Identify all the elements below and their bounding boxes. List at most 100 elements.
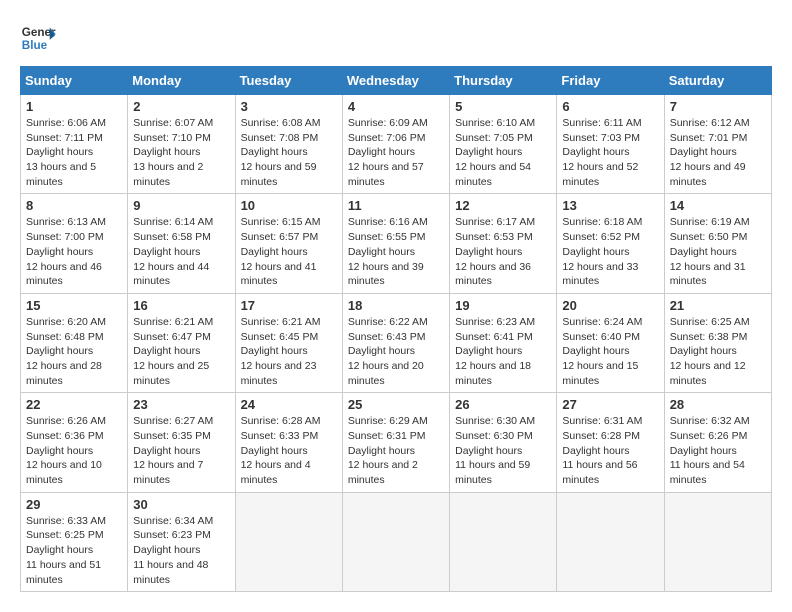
calendar-cell: 29 Sunrise: 6:33 AM Sunset: 6:25 PM Dayl… <box>21 492 128 591</box>
calendar-cell: 6 Sunrise: 6:11 AM Sunset: 7:03 PM Dayli… <box>557 95 664 194</box>
svg-text:Blue: Blue <box>22 39 48 52</box>
page-header: General Blue <box>20 20 772 56</box>
sunset-label: Sunset: 6:43 PM <box>348 331 426 343</box>
calendar-cell: 9 Sunrise: 6:14 AM Sunset: 6:58 PM Dayli… <box>128 194 235 293</box>
sunrise-label: Sunrise: 6:12 AM <box>670 117 750 129</box>
day-info: Sunrise: 6:17 AM Sunset: 6:53 PM Dayligh… <box>455 215 551 288</box>
calendar-week-row: 1 Sunrise: 6:06 AM Sunset: 7:11 PM Dayli… <box>21 95 772 194</box>
sunset-label: Sunset: 6:36 PM <box>26 430 104 442</box>
sunrise-label: Sunrise: 6:14 AM <box>133 216 213 228</box>
day-number: 10 <box>241 198 337 213</box>
day-number: 11 <box>348 198 444 213</box>
sunrise-label: Sunrise: 6:25 AM <box>670 316 750 328</box>
daylight-value: 13 hours and 2 minutes <box>133 161 203 188</box>
day-info: Sunrise: 6:21 AM Sunset: 6:45 PM Dayligh… <box>241 315 337 388</box>
sunset-label: Sunset: 6:57 PM <box>241 231 319 243</box>
sunrise-label: Sunrise: 6:18 AM <box>562 216 642 228</box>
calendar-cell: 16 Sunrise: 6:21 AM Sunset: 6:47 PM Dayl… <box>128 293 235 392</box>
daylight-value: 12 hours and 46 minutes <box>26 261 102 288</box>
daylight-value: 12 hours and 28 minutes <box>26 360 102 387</box>
calendar-cell: 28 Sunrise: 6:32 AM Sunset: 6:26 PM Dayl… <box>664 393 771 492</box>
sunrise-label: Sunrise: 6:06 AM <box>26 117 106 129</box>
sunrise-label: Sunrise: 6:28 AM <box>241 415 321 427</box>
daylight-value: 12 hours and 10 minutes <box>26 459 102 486</box>
daylight-value: 12 hours and 25 minutes <box>133 360 209 387</box>
day-info: Sunrise: 6:23 AM Sunset: 6:41 PM Dayligh… <box>455 315 551 388</box>
calendar-cell: 13 Sunrise: 6:18 AM Sunset: 6:52 PM Dayl… <box>557 194 664 293</box>
day-number: 8 <box>26 198 122 213</box>
daylight-label: Daylight hours <box>670 445 737 457</box>
day-info: Sunrise: 6:33 AM Sunset: 6:25 PM Dayligh… <box>26 514 122 587</box>
calendar-cell: 30 Sunrise: 6:34 AM Sunset: 6:23 PM Dayl… <box>128 492 235 591</box>
daylight-label: Daylight hours <box>562 246 629 258</box>
calendar-table: SundayMondayTuesdayWednesdayThursdayFrid… <box>20 66 772 592</box>
sunset-label: Sunset: 6:48 PM <box>26 331 104 343</box>
sunset-label: Sunset: 6:38 PM <box>670 331 748 343</box>
sunset-label: Sunset: 7:10 PM <box>133 132 211 144</box>
day-info: Sunrise: 6:11 AM Sunset: 7:03 PM Dayligh… <box>562 116 658 189</box>
day-number: 18 <box>348 298 444 313</box>
daylight-value: 12 hours and 12 minutes <box>670 360 746 387</box>
day-number: 17 <box>241 298 337 313</box>
logo: General Blue <box>20 20 56 56</box>
day-number: 30 <box>133 497 229 512</box>
sunrise-label: Sunrise: 6:30 AM <box>455 415 535 427</box>
calendar-cell: 21 Sunrise: 6:25 AM Sunset: 6:38 PM Dayl… <box>664 293 771 392</box>
sunset-label: Sunset: 7:11 PM <box>26 132 103 144</box>
sunset-label: Sunset: 7:00 PM <box>26 231 104 243</box>
daylight-label: Daylight hours <box>348 146 415 158</box>
day-info: Sunrise: 6:21 AM Sunset: 6:47 PM Dayligh… <box>133 315 229 388</box>
calendar-header-row: SundayMondayTuesdayWednesdayThursdayFrid… <box>21 67 772 95</box>
sunset-label: Sunset: 7:01 PM <box>670 132 748 144</box>
day-info: Sunrise: 6:15 AM Sunset: 6:57 PM Dayligh… <box>241 215 337 288</box>
calendar-cell: 17 Sunrise: 6:21 AM Sunset: 6:45 PM Dayl… <box>235 293 342 392</box>
sunrise-label: Sunrise: 6:21 AM <box>241 316 321 328</box>
calendar-cell: 15 Sunrise: 6:20 AM Sunset: 6:48 PM Dayl… <box>21 293 128 392</box>
daylight-value: 12 hours and 7 minutes <box>133 459 203 486</box>
sunset-label: Sunset: 7:08 PM <box>241 132 319 144</box>
sunset-label: Sunset: 7:03 PM <box>562 132 640 144</box>
daylight-label: Daylight hours <box>455 246 522 258</box>
day-number: 2 <box>133 99 229 114</box>
sunrise-label: Sunrise: 6:19 AM <box>670 216 750 228</box>
calendar-cell: 4 Sunrise: 6:09 AM Sunset: 7:06 PM Dayli… <box>342 95 449 194</box>
sunrise-label: Sunrise: 6:20 AM <box>26 316 106 328</box>
column-header-wednesday: Wednesday <box>342 67 449 95</box>
sunrise-label: Sunrise: 6:11 AM <box>562 117 641 129</box>
column-header-sunday: Sunday <box>21 67 128 95</box>
calendar-cell: 3 Sunrise: 6:08 AM Sunset: 7:08 PM Dayli… <box>235 95 342 194</box>
calendar-cell <box>557 492 664 591</box>
daylight-label: Daylight hours <box>241 445 308 457</box>
daylight-value: 12 hours and 31 minutes <box>670 261 746 288</box>
calendar-cell <box>342 492 449 591</box>
sunrise-label: Sunrise: 6:22 AM <box>348 316 428 328</box>
column-header-friday: Friday <box>557 67 664 95</box>
daylight-value: 12 hours and 52 minutes <box>562 161 638 188</box>
sunrise-label: Sunrise: 6:10 AM <box>455 117 535 129</box>
day-number: 13 <box>562 198 658 213</box>
day-info: Sunrise: 6:16 AM Sunset: 6:55 PM Dayligh… <box>348 215 444 288</box>
calendar-cell <box>450 492 557 591</box>
day-number: 6 <box>562 99 658 114</box>
daylight-label: Daylight hours <box>348 445 415 457</box>
calendar-cell: 19 Sunrise: 6:23 AM Sunset: 6:41 PM Dayl… <box>450 293 557 392</box>
column-header-tuesday: Tuesday <box>235 67 342 95</box>
daylight-value: 12 hours and 4 minutes <box>241 459 311 486</box>
sunset-label: Sunset: 6:55 PM <box>348 231 426 243</box>
daylight-label: Daylight hours <box>241 246 308 258</box>
day-info: Sunrise: 6:14 AM Sunset: 6:58 PM Dayligh… <box>133 215 229 288</box>
daylight-value: 12 hours and 44 minutes <box>133 261 209 288</box>
calendar-cell: 7 Sunrise: 6:12 AM Sunset: 7:01 PM Dayli… <box>664 95 771 194</box>
calendar-week-row: 8 Sunrise: 6:13 AM Sunset: 7:00 PM Dayli… <box>21 194 772 293</box>
daylight-label: Daylight hours <box>455 345 522 357</box>
sunrise-label: Sunrise: 6:17 AM <box>455 216 535 228</box>
calendar-cell: 2 Sunrise: 6:07 AM Sunset: 7:10 PM Dayli… <box>128 95 235 194</box>
daylight-value: 11 hours and 51 minutes <box>26 559 101 586</box>
column-header-monday: Monday <box>128 67 235 95</box>
daylight-label: Daylight hours <box>133 146 200 158</box>
daylight-label: Daylight hours <box>241 345 308 357</box>
sunrise-label: Sunrise: 6:34 AM <box>133 515 213 527</box>
day-number: 9 <box>133 198 229 213</box>
day-info: Sunrise: 6:09 AM Sunset: 7:06 PM Dayligh… <box>348 116 444 189</box>
calendar-cell: 27 Sunrise: 6:31 AM Sunset: 6:28 PM Dayl… <box>557 393 664 492</box>
